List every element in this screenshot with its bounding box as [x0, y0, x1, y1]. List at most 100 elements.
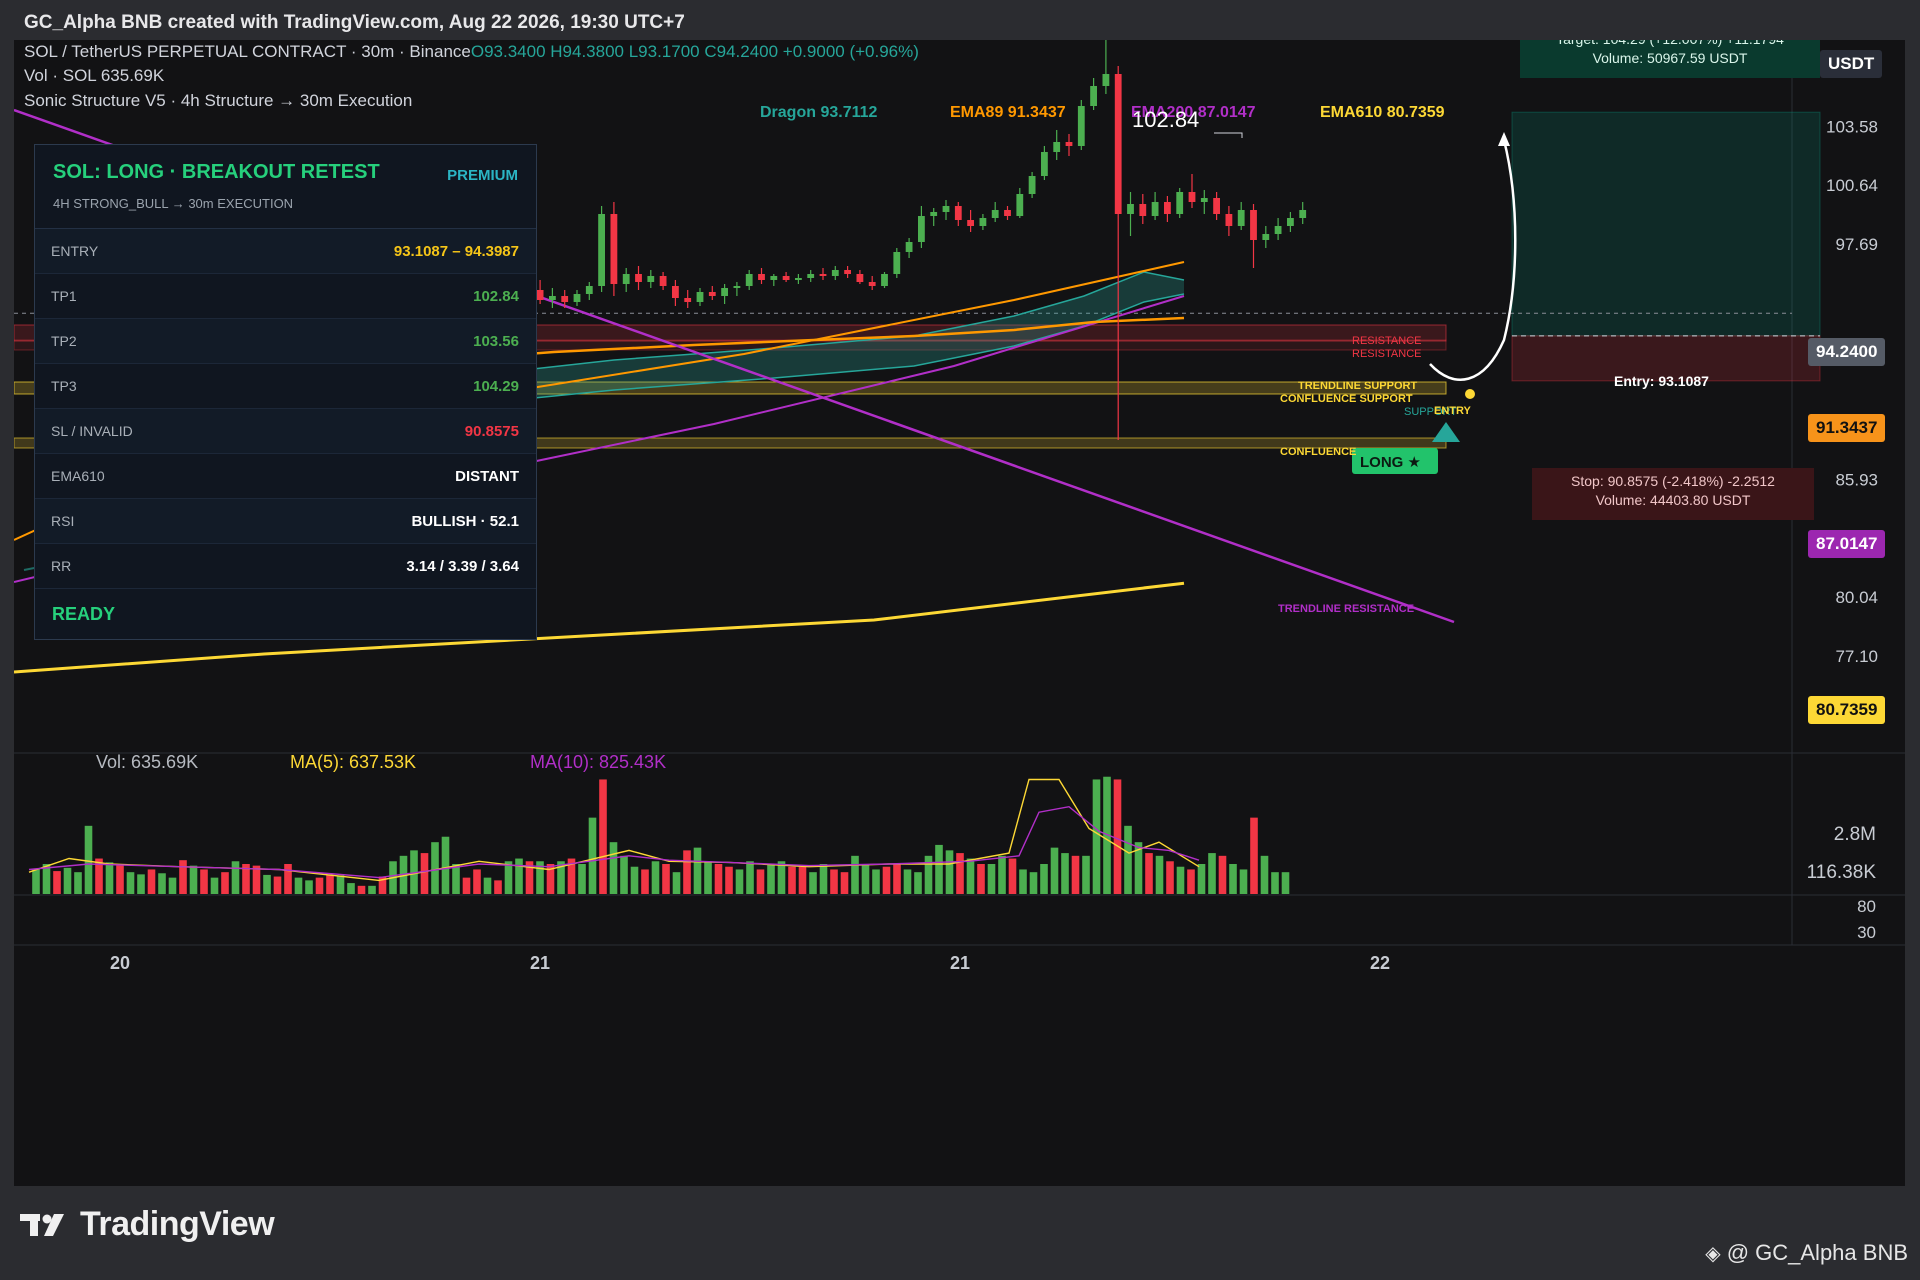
volume-bar	[147, 869, 156, 894]
signal-row: TP3 104.29	[35, 364, 536, 409]
signal-row: ENTRY 93.1087 – 94.3987	[35, 229, 536, 274]
volume-bar	[588, 817, 597, 894]
volume-bar	[1071, 855, 1080, 894]
candle-body	[1262, 234, 1270, 240]
volume-bar	[1229, 864, 1237, 894]
candle-body	[536, 290, 544, 300]
candle-body	[967, 220, 974, 226]
volume-bar	[1040, 864, 1048, 894]
candle-body	[1053, 142, 1061, 152]
candle-body	[1188, 192, 1196, 202]
volume-bar	[987, 864, 996, 894]
chart-frame[interactable]: Dragon 93.7112 EMA89 91.3437 EMA200 87.014…	[14, 40, 1905, 1186]
volume-bar	[693, 847, 702, 894]
volume-bar	[368, 885, 376, 894]
volume-bar	[1260, 855, 1269, 894]
candle-body	[1225, 214, 1233, 226]
volume-bar	[441, 836, 450, 894]
ema610-legend: EMA610 80.7359	[1320, 104, 1445, 121]
ema200-price-tag: 87.0147	[1808, 530, 1886, 558]
currency-selector[interactable]: USDT	[1820, 50, 1883, 78]
volume-bar	[788, 866, 796, 894]
candle-body	[918, 216, 925, 242]
volume-bar	[1029, 872, 1038, 894]
tradingview-logo[interactable]: TradingView	[20, 1205, 275, 1244]
volume-bar	[903, 869, 912, 894]
volume-bar	[777, 861, 786, 894]
volume-bar	[840, 872, 849, 894]
ema610-price-tag: 80.7359	[1808, 696, 1886, 724]
candle-body	[1151, 202, 1159, 216]
signal-row-value: 90.8575	[464, 422, 519, 440]
volume-bar	[231, 861, 240, 894]
volume-bar	[200, 869, 208, 894]
volume-bar	[32, 869, 40, 894]
confluence-support-label: CONFLUENCE SUPPORT	[1280, 393, 1413, 405]
candle-body	[1016, 194, 1024, 216]
premium-badge: PREMIUM	[447, 167, 518, 184]
volume-bar	[819, 864, 828, 894]
candle-body	[1065, 142, 1073, 146]
candle-body	[856, 274, 864, 282]
candle-body	[1102, 74, 1110, 86]
signal-row-label: EMA610	[51, 468, 105, 484]
volume-bar	[158, 873, 166, 894]
signal-row-label: RSI	[51, 513, 75, 529]
volume-bar	[893, 864, 901, 894]
candle-body	[659, 276, 667, 286]
volume-bar	[473, 869, 481, 894]
candle-body	[598, 214, 605, 286]
volume-bar	[977, 864, 985, 894]
volume-bar	[1271, 872, 1279, 894]
candle-body	[708, 292, 716, 296]
candle-body	[1004, 210, 1011, 216]
candle-body	[672, 286, 679, 298]
signal-row-value: 103.56	[473, 332, 519, 350]
volume-bar	[914, 872, 922, 894]
volume-bar	[1208, 853, 1216, 894]
volume-axis-top: 2.8M	[1834, 824, 1876, 845]
stop-tooltip-line1: Stop: 90.8575 (-2.418%) -2.2512	[1571, 473, 1775, 489]
volume-bar	[420, 853, 429, 894]
volume-bar	[1281, 872, 1290, 894]
candle-body	[721, 288, 728, 296]
price-axis-tick: 80.04	[1835, 588, 1878, 607]
symbol-title: SOL / TetherUS PERPETUAL CONTRACT · 30m …	[24, 42, 471, 61]
volume-bar	[494, 880, 502, 894]
volume-bar	[672, 872, 681, 894]
candle-body	[610, 214, 618, 284]
signal-row-label: RR	[51, 558, 72, 574]
volume-bar	[116, 864, 124, 894]
candle-body	[549, 296, 556, 300]
time-axis-tick: 21	[950, 953, 970, 973]
volume-legend-line: Vol · SOL 635.69K	[24, 66, 165, 85]
candle-body	[770, 276, 778, 280]
volume-bar	[630, 866, 639, 894]
volume-bar	[851, 855, 859, 894]
volume-bar	[168, 877, 177, 894]
volume-bar	[683, 850, 691, 894]
candle-body	[868, 282, 876, 286]
signal-row-label: ENTRY	[51, 243, 99, 259]
volume-bar	[998, 855, 1006, 894]
candle-body	[807, 274, 815, 278]
target-tooltip: Target: 104.29 (+12.007%) +11.1794 Volum…	[1520, 40, 1820, 78]
volume-bar	[1124, 825, 1132, 894]
ema89-legend: EMA89 91.3437	[950, 104, 1066, 121]
entry-dot	[1465, 389, 1475, 399]
volume-bar	[1082, 855, 1090, 894]
candle-body	[1090, 86, 1097, 106]
candle-body	[1114, 74, 1122, 214]
candle-body	[954, 206, 962, 220]
tradingview-logo-icon	[20, 1213, 64, 1236]
volume-bar	[179, 860, 187, 894]
candle-body	[635, 274, 642, 282]
target-zone	[1511, 111, 1821, 337]
signal-rows: ENTRY 93.1087 – 94.3987 TP1 102.84 TP2 103.56…	[35, 229, 536, 589]
volume-bar	[578, 864, 586, 894]
signal-panel-header: SOL: LONG · BREAKOUT RETEST PREMIUM 4H S…	[35, 145, 536, 229]
volume-bar	[798, 866, 807, 894]
volume-bar	[74, 872, 82, 894]
volume-bar	[305, 880, 313, 894]
author-watermark-text: @ GC_Alpha BNB	[1726, 1240, 1908, 1265]
